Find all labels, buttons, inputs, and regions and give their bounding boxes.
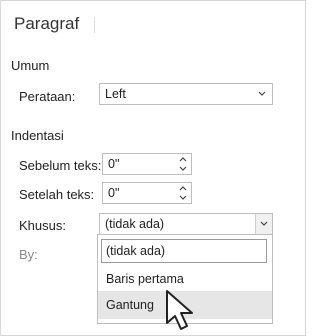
alignment-value: Left [105, 87, 126, 101]
dropdown-option-none[interactable]: (tidak ada) [98, 239, 272, 263]
before-text-value: 0" [108, 157, 120, 171]
option-label: (tidak ada) [106, 244, 166, 258]
alignment-label: Perataan: [19, 89, 76, 104]
before-text-spinner[interactable]: 0" [102, 153, 192, 175]
dialog-title: Paragraf [14, 14, 80, 33]
special-label: Khusus: [19, 218, 66, 233]
special-value: (tidak ada) [105, 217, 165, 231]
before-text-label: Sebelum teks: [19, 158, 102, 173]
after-text-label: Setelah teks: [19, 187, 95, 202]
dropdown-option-first-line[interactable]: Baris pertama [98, 267, 272, 291]
chevron-down-icon [254, 84, 270, 104]
special-select[interactable]: (tidak ada) [99, 213, 273, 235]
paragraph-dialog: Paragraf Umum Perataan: Left Indentasi S… [0, 0, 306, 336]
spin-arrows-icon[interactable] [177, 184, 189, 202]
section-general-heading: Umum [11, 58, 50, 73]
spin-arrows-icon[interactable] [177, 155, 189, 173]
after-text-value: 0" [108, 186, 120, 200]
title-separator [94, 17, 95, 33]
option-label: Gantung [106, 298, 154, 312]
option-label: Baris pertama [106, 272, 184, 286]
alignment-select[interactable]: Left [99, 83, 273, 105]
after-text-spinner[interactable]: 0" [102, 182, 192, 204]
chevron-down-icon[interactable] [255, 214, 272, 234]
mouse-pointer-icon [166, 290, 193, 330]
section-indentation-heading: Indentasi [11, 128, 64, 143]
by-label: By: [19, 247, 38, 262]
